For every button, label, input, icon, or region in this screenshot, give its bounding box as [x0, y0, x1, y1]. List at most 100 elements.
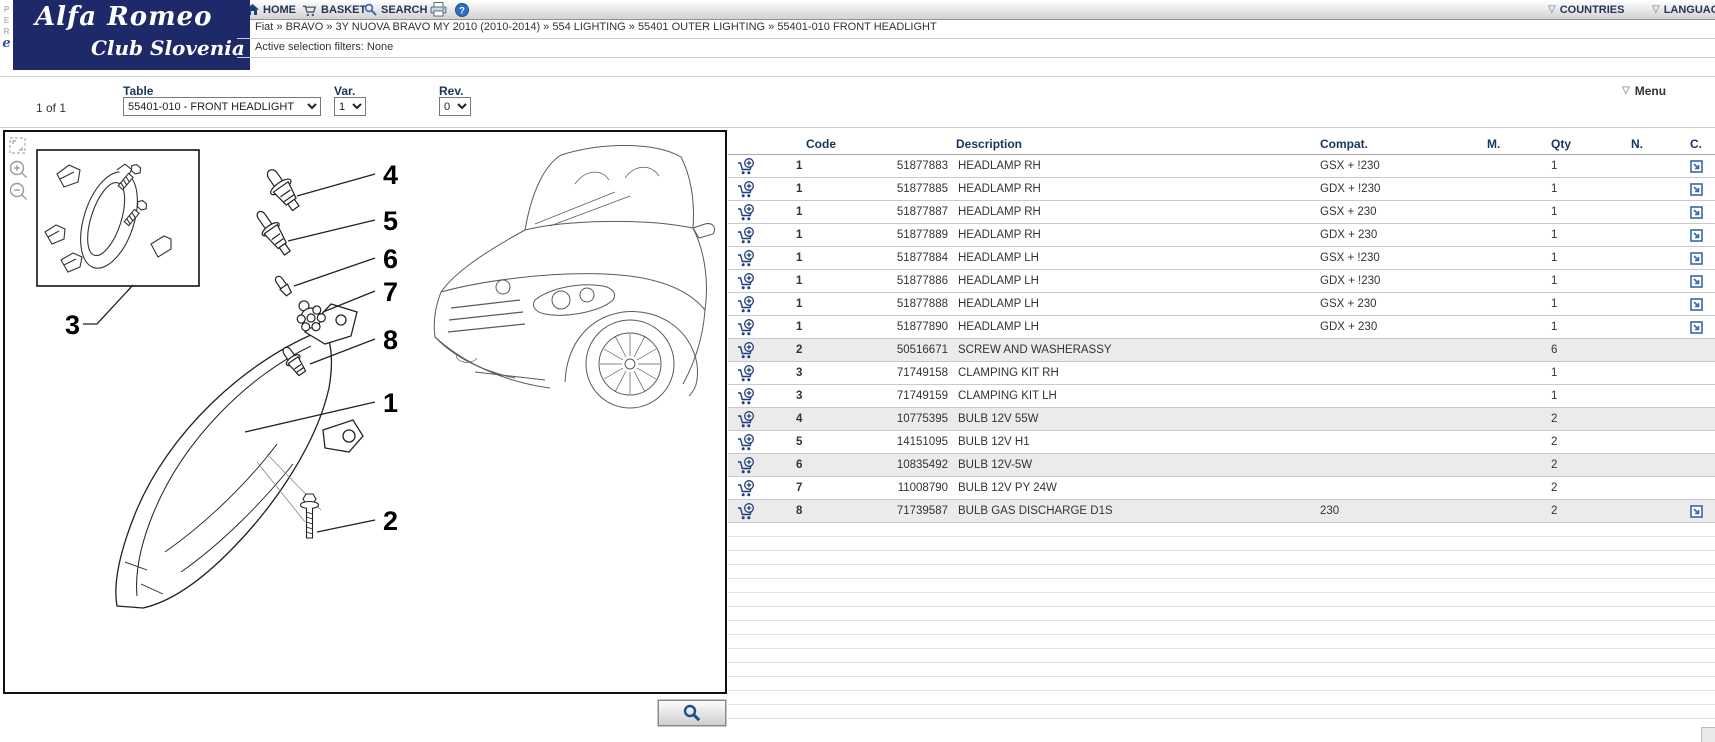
callout-7[interactable]: 7	[383, 277, 398, 307]
compare-icon	[1690, 320, 1703, 334]
add-to-basket-button[interactable]	[728, 364, 768, 382]
add-to-basket-button[interactable]	[728, 295, 768, 313]
var-select[interactable]: 1	[334, 97, 366, 116]
add-to-basket-button[interactable]	[728, 502, 768, 520]
zoom-out-icon[interactable]	[9, 182, 27, 200]
table-row: 1 51877885 HEADLAMP RH GDX + !230 1	[728, 178, 1715, 201]
row-description: BULB 12V H1	[958, 436, 1030, 448]
row-code: 3	[796, 390, 803, 402]
compare-button[interactable]	[1688, 251, 1715, 265]
row-compat: GSX + 230	[1320, 298, 1377, 310]
add-to-basket-button[interactable]	[728, 318, 768, 336]
compare-button[interactable]	[1688, 182, 1715, 196]
callout-1[interactable]: 1	[383, 388, 398, 418]
add-to-basket-button[interactable]	[728, 180, 768, 198]
compare-icon	[1690, 205, 1703, 219]
callout-5[interactable]: 5	[383, 206, 398, 236]
compare-icon	[1690, 297, 1703, 311]
compare-button[interactable]	[1688, 205, 1715, 219]
callout-3[interactable]: 3	[65, 310, 80, 340]
add-to-basket-icon	[738, 318, 754, 335]
add-to-basket-button[interactable]	[728, 410, 768, 428]
rev-select[interactable]: 0	[439, 97, 471, 116]
fit-view-icon[interactable]	[9, 137, 26, 154]
row-code: 1	[796, 206, 803, 218]
row-qty: 1	[1551, 275, 1558, 287]
callout-2[interactable]: 2	[383, 506, 398, 536]
compare-button[interactable]	[1688, 297, 1715, 311]
empty-row	[728, 663, 1715, 677]
header-n: N.	[1631, 136, 1643, 151]
add-to-basket-icon	[738, 180, 754, 197]
table-row: 1 51877888 HEADLAMP LH GSX + 230 1	[728, 293, 1715, 316]
row-qty: 6	[1551, 344, 1558, 356]
row-compat: GSX + !230	[1320, 160, 1380, 172]
empty-row	[728, 593, 1715, 607]
search-label: SEARCH	[381, 3, 428, 16]
add-to-basket-icon	[738, 249, 754, 266]
add-to-basket-button[interactable]	[728, 341, 768, 359]
add-to-basket-button[interactable]	[728, 433, 768, 451]
top-toolbar: HOME BASKET SEARCH ? ▽ COUNTRIES ▽ LANGU…	[0, 0, 1715, 20]
empty-row	[728, 551, 1715, 565]
callout-8[interactable]: 8	[383, 325, 398, 355]
row-code: 1	[796, 229, 803, 241]
parts-table-header: Code Description Compat. M. Qty N. C.	[728, 133, 1715, 155]
row-description: HEADLAMP LH	[958, 252, 1039, 264]
print-button[interactable]	[430, 0, 447, 19]
compare-button[interactable]	[1688, 504, 1715, 518]
help-icon: ?	[455, 2, 469, 17]
add-to-basket-button[interactable]	[728, 479, 768, 497]
row-code: 1	[796, 183, 803, 195]
empty-row	[728, 621, 1715, 635]
compare-button[interactable]	[1688, 159, 1715, 173]
row-compat: 230	[1320, 505, 1340, 517]
callout-6[interactable]: 6	[383, 244, 398, 274]
help-button[interactable]: ?	[455, 0, 469, 19]
row-part-number: 51877889	[896, 229, 948, 241]
basket-button[interactable]: BASKET	[302, 0, 366, 19]
search-button-toolbar[interactable]: SEARCH	[364, 0, 427, 19]
menu-button[interactable]: ▽ Menu	[1622, 84, 1666, 98]
eper-letter: P	[3, 5, 10, 14]
zoom-in-icon[interactable]	[9, 160, 27, 178]
eper-catalog-page: HOME BASKET SEARCH ? ▽ COUNTRIES ▽ LANGU…	[0, 0, 1715, 742]
compare-button[interactable]	[1688, 228, 1715, 242]
row-qty: 1	[1551, 183, 1558, 195]
table-select[interactable]: 55401-010 - FRONT HEADLIGHT	[123, 97, 321, 116]
drawing-search-button[interactable]	[657, 699, 727, 727]
table-row: 2 50516671 SCREW AND WASHERASSY 6	[728, 339, 1715, 362]
active-filters-value: None	[366, 41, 394, 53]
compare-button[interactable]	[1688, 274, 1715, 288]
club-logo-line1: Alfa Romeo	[35, 2, 213, 32]
empty-row	[728, 607, 1715, 621]
add-to-basket-button[interactable]	[728, 203, 768, 221]
row-qty: 1	[1551, 229, 1558, 241]
countries-menu[interactable]: ▽ COUNTRIES	[1548, 0, 1624, 19]
add-to-basket-button[interactable]	[728, 272, 768, 290]
compare-button[interactable]	[1688, 320, 1715, 334]
compare-icon	[1690, 274, 1703, 288]
add-to-basket-button[interactable]	[728, 249, 768, 267]
add-to-basket-icon	[738, 272, 754, 289]
empty-row	[728, 649, 1715, 663]
divider	[237, 57, 1715, 58]
add-to-basket-button[interactable]	[728, 456, 768, 474]
row-qty: 1	[1551, 252, 1558, 264]
row-compat: GDX + 230	[1320, 229, 1378, 241]
table-row: 1 51877884 HEADLAMP LH GSX + !230 1	[728, 247, 1715, 270]
callout-4[interactable]: 4	[383, 160, 398, 190]
compare-icon	[1690, 504, 1703, 518]
row-qty: 1	[1551, 298, 1558, 310]
add-to-basket-button[interactable]	[728, 157, 768, 175]
row-code: 3	[796, 367, 803, 379]
add-to-basket-button[interactable]	[728, 226, 768, 244]
basket-icon	[302, 5, 317, 16]
row-part-number: 51877886	[896, 275, 948, 287]
home-button[interactable]: HOME	[246, 0, 296, 19]
languages-menu[interactable]: ▽ LANGUAGES	[1652, 0, 1715, 19]
add-to-basket-icon	[738, 157, 754, 174]
row-part-number: 14151095	[896, 436, 948, 448]
header-description: Description	[956, 136, 1023, 151]
add-to-basket-button[interactable]	[728, 387, 768, 405]
